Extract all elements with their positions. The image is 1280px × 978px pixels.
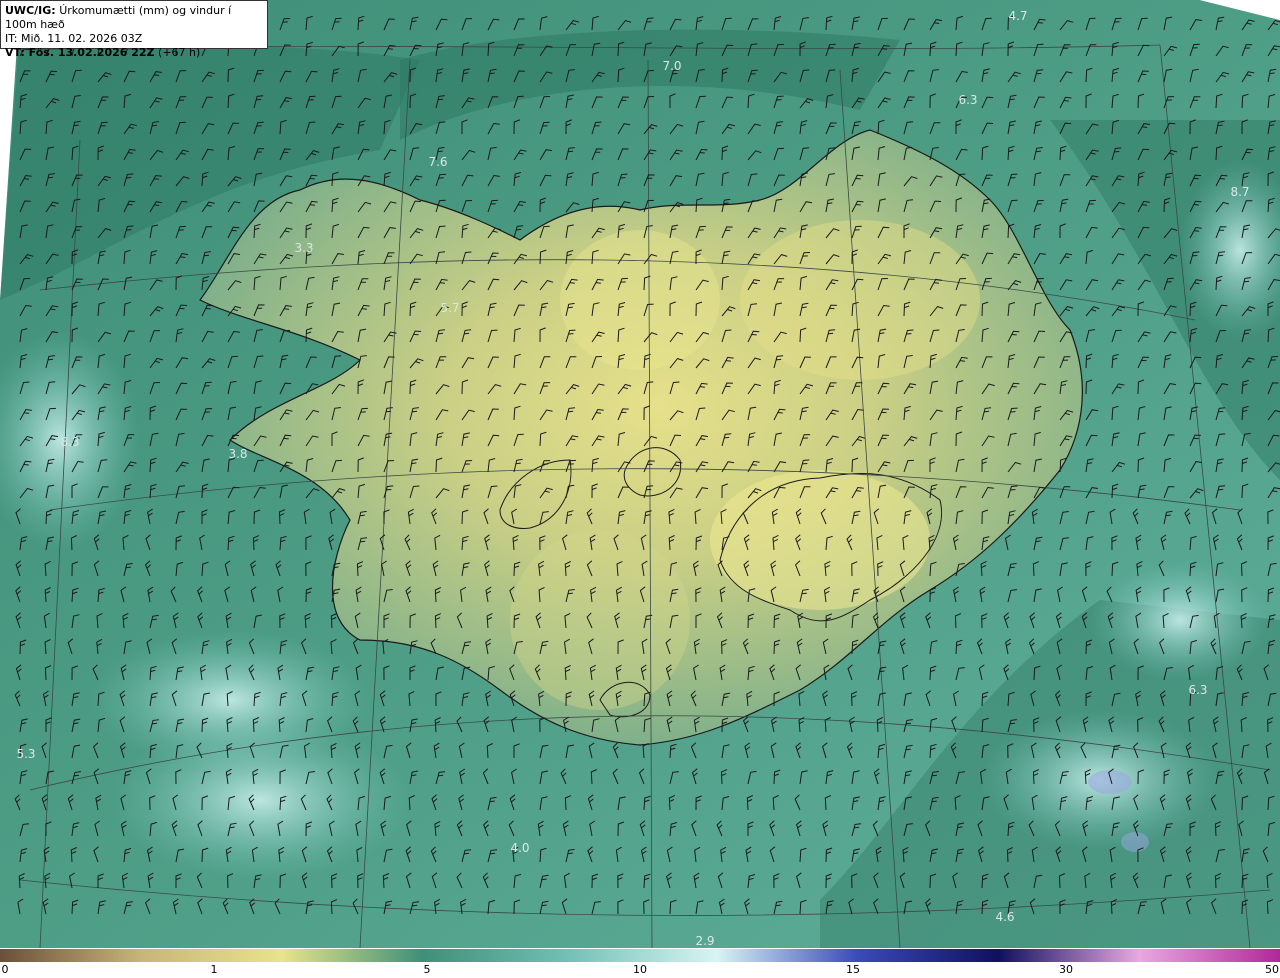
weather-map: UWC/IG: Úrkomumætti (mm) og vindur í 100…	[0, 0, 1280, 948]
field-value-label: 3.8	[228, 447, 248, 461]
field-value-label: 5.3	[16, 747, 36, 761]
field-value-label: 5.7	[440, 301, 460, 315]
field-value-label: 3.3	[294, 241, 314, 255]
colorbar-tick: 5	[423, 963, 431, 976]
field-value-label: 4.7	[1008, 9, 1028, 23]
colorbar-tick: 1	[210, 963, 218, 976]
colorbar: 0 1 5 10 15 30 50	[0, 948, 1280, 978]
field-value-label: 4.0	[510, 841, 530, 855]
field-value-label: 4.6	[995, 910, 1015, 924]
lead-time: (+67 h)	[158, 46, 201, 59]
map-canvas	[0, 0, 1280, 948]
model-label: UWC/IG:	[5, 4, 56, 17]
valid-time: VT: Fös. 13.02.2026 22Z	[5, 46, 155, 59]
field-value-label: 6.3	[958, 93, 978, 107]
field-value-label: 2.9	[695, 934, 715, 948]
colorbar-strip	[0, 949, 1280, 962]
colorbar-tick: 50	[1265, 963, 1279, 976]
field-value-label: 7.6	[428, 155, 448, 169]
colorbar-tick: 0	[1, 963, 9, 976]
colorbar-tick: 10	[633, 963, 647, 976]
colorbar-tick: 15	[846, 963, 860, 976]
map-info-box: UWC/IG: Úrkomumætti (mm) og vindur í 100…	[0, 0, 268, 59]
field-value-label: 6.3	[1188, 683, 1208, 697]
issue-time: IT: Mið. 11. 02. 2026 03Z	[5, 32, 143, 45]
field-value-label: 7.0	[662, 59, 682, 73]
colorbar-tick: 30	[1059, 963, 1073, 976]
field-value-label: 8.7	[1230, 185, 1250, 199]
field-value-label: 8.3	[60, 435, 80, 449]
